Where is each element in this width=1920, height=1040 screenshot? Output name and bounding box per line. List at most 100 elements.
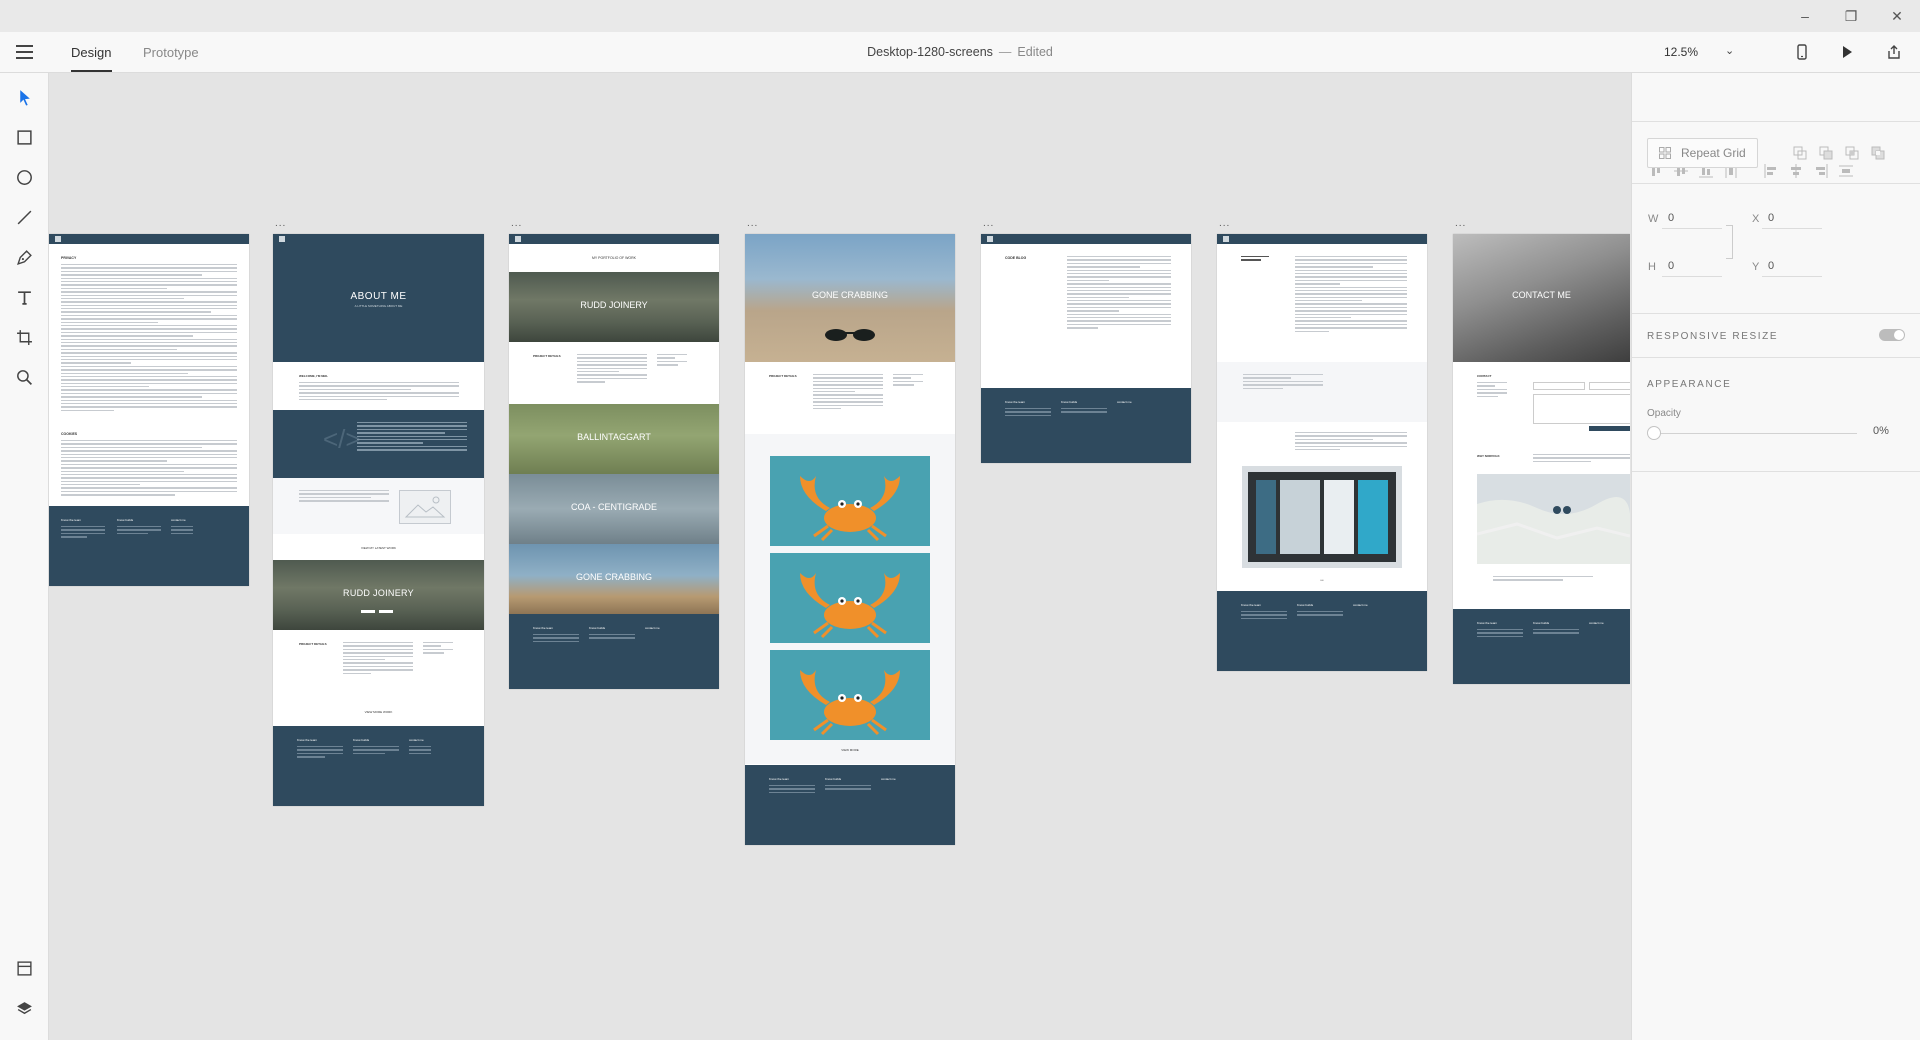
hero-title: CONTACT ME [1512,290,1571,300]
chevron-down-icon[interactable]: ⌄ [1725,44,1734,57]
footer-heading: contact me [1353,603,1368,607]
ellipse-tool-icon[interactable] [12,165,36,189]
boolean-exclude-icon[interactable] [1870,145,1888,163]
line-tool-icon[interactable] [12,205,36,229]
project-title: BALLINTAGGART [577,432,651,442]
project-card[interactable]: RUDD JOINERY [509,272,719,342]
opacity-value[interactable]: 0% [1873,425,1889,437]
artboard-about[interactable]: ABOUT ME A LITTLE SOMETHING ABOUT ME WEL… [273,234,484,806]
portfolio-heading: MY PORTFOLIO OF WORK [591,256,636,260]
text-tool-icon[interactable] [12,285,36,309]
select-tool-icon[interactable] [12,85,36,109]
footer-heading: contact me [171,518,186,522]
project-card[interactable]: GONE CRABBING [509,544,719,614]
email-field[interactable] [1589,382,1630,390]
y-input[interactable]: 0 [1768,260,1774,272]
boolean-subtract-icon[interactable] [1818,145,1836,163]
artboard-footer: Know the team Know builds contact me [273,726,484,806]
zoom-tool-icon[interactable] [12,365,36,389]
height-underline [1662,276,1722,277]
message-field[interactable] [1533,394,1630,424]
layers-panel-icon[interactable] [12,996,36,1020]
width-label: W [1648,213,1659,225]
footer-heading: Know the team [1241,603,1262,607]
project-details-heading: PROJECT DETAILS [533,354,561,358]
footer-heading: contact me [1117,400,1132,404]
height-input[interactable]: 0 [1668,260,1674,272]
artboard-footer: Know the team Know builds contact me [981,388,1191,463]
x-input[interactable]: 0 [1768,212,1774,224]
restore-icon[interactable]: ❐ [1828,0,1874,32]
project-details-heading: PROJECT DETAILS [299,642,327,646]
tab-prototype[interactable]: Prototype [143,45,199,60]
crab-image[interactable] [770,650,930,740]
width-underline [1662,228,1722,229]
artboard-contact[interactable]: CONTACT ME CONTACT WHY NORFOLK Know the … [1453,234,1630,684]
distribute-horizontal-icon[interactable] [1837,162,1855,180]
contact-heading: CONTACT [1477,374,1492,378]
name-field[interactable] [1533,382,1585,390]
x-underline [1762,228,1822,229]
hamburger-icon[interactable] [16,45,33,59]
artboard-label[interactable]: ... [983,218,994,229]
crab-image[interactable] [770,553,930,643]
view-latest-link[interactable]: VIEW MY LATEST WORK [273,546,484,550]
y-label: Y [1752,261,1760,273]
artboard-code-blog[interactable]: CODE BLOG Know the team Know builds cont… [981,234,1191,463]
artboard-label[interactable]: ... [747,218,758,229]
artboard-label[interactable]: ... [1455,218,1466,229]
project-card[interactable]: BALLINTAGGART [509,404,719,474]
artboard-label[interactable]: ... [1219,218,1230,229]
blog-posts [1067,256,1171,331]
artboard-blog-post[interactable]: ••• Know the team Know builds contact me [1217,234,1427,671]
artboard-nav [49,234,249,244]
artboard-nav [1217,234,1427,244]
opacity-slider-handle[interactable] [1647,426,1661,440]
minimize-icon[interactable]: – [1782,0,1828,32]
project-title: GONE CRABBING [575,572,652,582]
send-button[interactable] [1589,426,1630,431]
view-more-link[interactable]: VIEW MORE WORK [273,710,484,714]
close-icon[interactable]: ✕ [1874,0,1920,32]
opacity-label: Opacity [1647,408,1681,419]
artboard-privacy[interactable]: PRIVACY COOKIES Know the team Know build… [49,234,249,586]
align-left-icon[interactable] [1762,162,1780,180]
artboard-footer: Know the team Know builds contact me [49,506,249,586]
link-label[interactable]: ••• [1217,578,1427,582]
artboard-label[interactable]: ... [511,218,522,229]
design-canvas[interactable]: PRIVACY COOKIES Know the team Know build… [49,73,1630,1040]
repeat-grid-button[interactable]: Repeat Grid [1647,138,1758,168]
width-input[interactable]: 0 [1668,212,1674,224]
welcome-heading: WELCOME, I'M NEIL [299,374,329,378]
zoom-level[interactable]: 12.5% [1664,45,1698,59]
hero-subtitle: A LITTLE SOMETHING ABOUT ME [354,304,403,308]
artboard-portfolio[interactable]: MY PORTFOLIO OF WORK RUDD JOINERY PROJEC… [509,234,719,689]
opacity-slider-track[interactable] [1657,433,1857,434]
artboard-tool-icon[interactable] [12,325,36,349]
align-right-icon[interactable] [1812,162,1830,180]
align-center-icon[interactable] [1787,162,1805,180]
pen-tool-icon[interactable] [12,245,36,269]
responsive-resize-toggle[interactable] [1879,329,1905,341]
boolean-add-icon[interactable] [1792,145,1810,163]
footer-heading: contact me [645,626,660,630]
rectangle-tool-icon[interactable] [12,125,36,149]
map-image[interactable] [1476,474,1630,564]
footer-heading: Know the team [769,777,790,781]
artboard-footer: Know the team Know builds contact me [745,765,955,845]
artboard-label[interactable]: ... [275,218,286,229]
mobile-preview-icon[interactable] [1792,42,1812,62]
assets-panel-icon[interactable] [12,956,36,980]
active-tab-indicator [71,70,112,72]
footer-heading: Know builds [1061,400,1078,404]
crab-image[interactable] [770,456,930,546]
view-more-link[interactable]: VIEW MORE [745,748,955,752]
project-card[interactable]: COA - CENTIGRADE [509,474,719,544]
artboard-gone-crabbing[interactable]: GONE CRABBING PROJECT DETAILS VIEW MORE … [745,234,955,845]
play-icon[interactable] [1837,42,1857,62]
panel-divider [1632,313,1920,314]
tab-design[interactable]: Design [71,45,111,60]
boolean-intersect-icon[interactable] [1844,145,1862,163]
share-icon[interactable] [1884,42,1904,62]
lock-aspect-icon[interactable] [1726,225,1733,259]
